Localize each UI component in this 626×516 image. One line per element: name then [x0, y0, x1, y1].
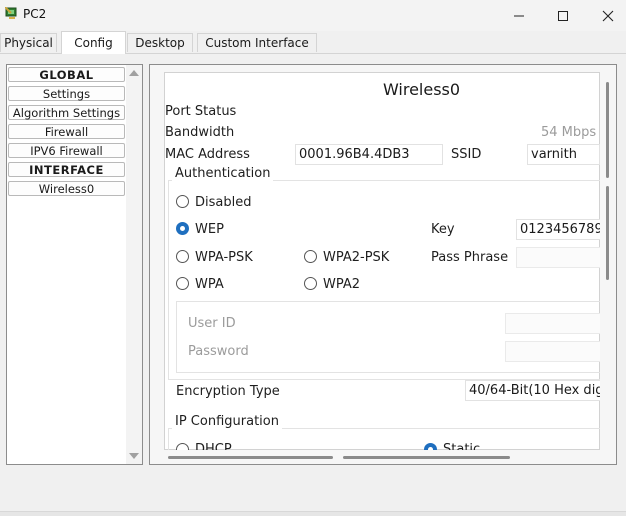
- auth-wpa2-radio[interactable]: [304, 277, 317, 290]
- mac-address-label: MAC Address: [165, 147, 250, 162]
- password-field[interactable]: [505, 341, 600, 362]
- password-label: Password: [188, 344, 249, 359]
- close-icon: [602, 10, 614, 21]
- auth-wep-label: WEP: [195, 222, 224, 237]
- tab-desktop[interactable]: Desktop: [127, 33, 193, 52]
- vertical-scrollbar-thumb-top[interactable]: [606, 82, 609, 178]
- close-button[interactable]: [585, 0, 626, 31]
- scroll-up-arrow-icon[interactable]: [129, 70, 139, 76]
- auth-wpa-radio[interactable]: [176, 277, 189, 290]
- tab-config[interactable]: Config: [61, 31, 126, 54]
- vertical-scrollbar-thumb[interactable]: [606, 186, 609, 280]
- auth-wpa2-label: WPA2: [323, 277, 361, 292]
- title-bar: PC2: [0, 0, 626, 31]
- sidebar-item-ipv6-firewall[interactable]: IPV6 Firewall: [8, 143, 125, 158]
- user-id-label: User ID: [188, 316, 236, 331]
- auth-disabled-label: Disabled: [195, 195, 252, 210]
- horizontal-scrollbar-thumb[interactable]: [343, 456, 510, 459]
- minimize-icon: [514, 15, 524, 16]
- key-field[interactable]: 0123456789: [516, 219, 600, 240]
- ip-configuration-title: IP Configuration: [172, 414, 282, 429]
- ssid-label: SSID: [451, 147, 482, 162]
- sidebar-scrollbar[interactable]: [126, 65, 142, 464]
- scroll-down-arrow-icon[interactable]: [129, 453, 139, 459]
- ip-dhcp-radio[interactable]: [176, 443, 189, 450]
- sidebar-item-settings[interactable]: Settings: [8, 86, 125, 101]
- ip-dhcp-label: DHCP: [195, 442, 232, 450]
- pass-phrase-label: Pass Phrase: [431, 250, 509, 265]
- window-bottom-edge: [0, 511, 626, 516]
- minimize-button[interactable]: [496, 0, 542, 31]
- mac-address-field[interactable]: 0001.96B4.4DB3: [295, 144, 443, 165]
- bandwidth-label: Bandwidth: [165, 125, 235, 140]
- horizontal-scrollbar-thumb-left[interactable]: [168, 456, 333, 459]
- auth-disabled-radio[interactable]: [176, 195, 189, 208]
- ip-config-options-clip: DHCP Static: [164, 440, 600, 450]
- auth-wpa-psk-radio[interactable]: [176, 250, 189, 263]
- auth-wpa2-psk-radio[interactable]: [304, 250, 317, 263]
- sidebar-header-interface: INTERFACE: [8, 162, 125, 177]
- encryption-type-select[interactable]: 40/64-Bit(10 Hex digits): [465, 380, 600, 401]
- sidebar-header-global: GLOBAL: [8, 67, 125, 82]
- enterprise-credentials-group: [176, 301, 600, 373]
- tab-custom-interface[interactable]: Custom Interface: [197, 33, 317, 52]
- user-id-field[interactable]: [505, 313, 600, 334]
- packet-tracer-pc-icon: [5, 7, 17, 19]
- ip-static-radio[interactable]: [424, 443, 437, 450]
- bandwidth-value: 54 Mbps: [541, 125, 597, 140]
- interface-title: Wireless0: [382, 80, 461, 99]
- auth-wep-radio[interactable]: [176, 222, 189, 235]
- sidebar-item-firewall[interactable]: Firewall: [8, 124, 125, 139]
- maximize-icon: [558, 10, 568, 21]
- port-status-label: Port Status: [165, 104, 237, 119]
- auth-wpa-label: WPA: [195, 277, 224, 292]
- authentication-title: Authentication: [172, 166, 274, 181]
- sidebar-item-wireless0[interactable]: Wireless0: [8, 181, 125, 196]
- maximize-button[interactable]: [540, 0, 586, 31]
- tab-physical[interactable]: Physical: [0, 33, 57, 52]
- ssid-field[interactable]: varnith: [527, 144, 600, 165]
- auth-wpa2-psk-label: WPA2-PSK: [323, 250, 390, 265]
- auth-wpa-psk-label: WPA-PSK: [195, 250, 253, 265]
- sidebar-item-algorithm-settings[interactable]: Algorithm Settings: [8, 105, 125, 120]
- ip-static-label: Static: [443, 442, 481, 450]
- pass-phrase-field[interactable]: [516, 247, 600, 268]
- encryption-type-label: Encryption Type: [176, 384, 280, 399]
- key-label: Key: [431, 222, 455, 237]
- window-title: PC2: [23, 7, 47, 21]
